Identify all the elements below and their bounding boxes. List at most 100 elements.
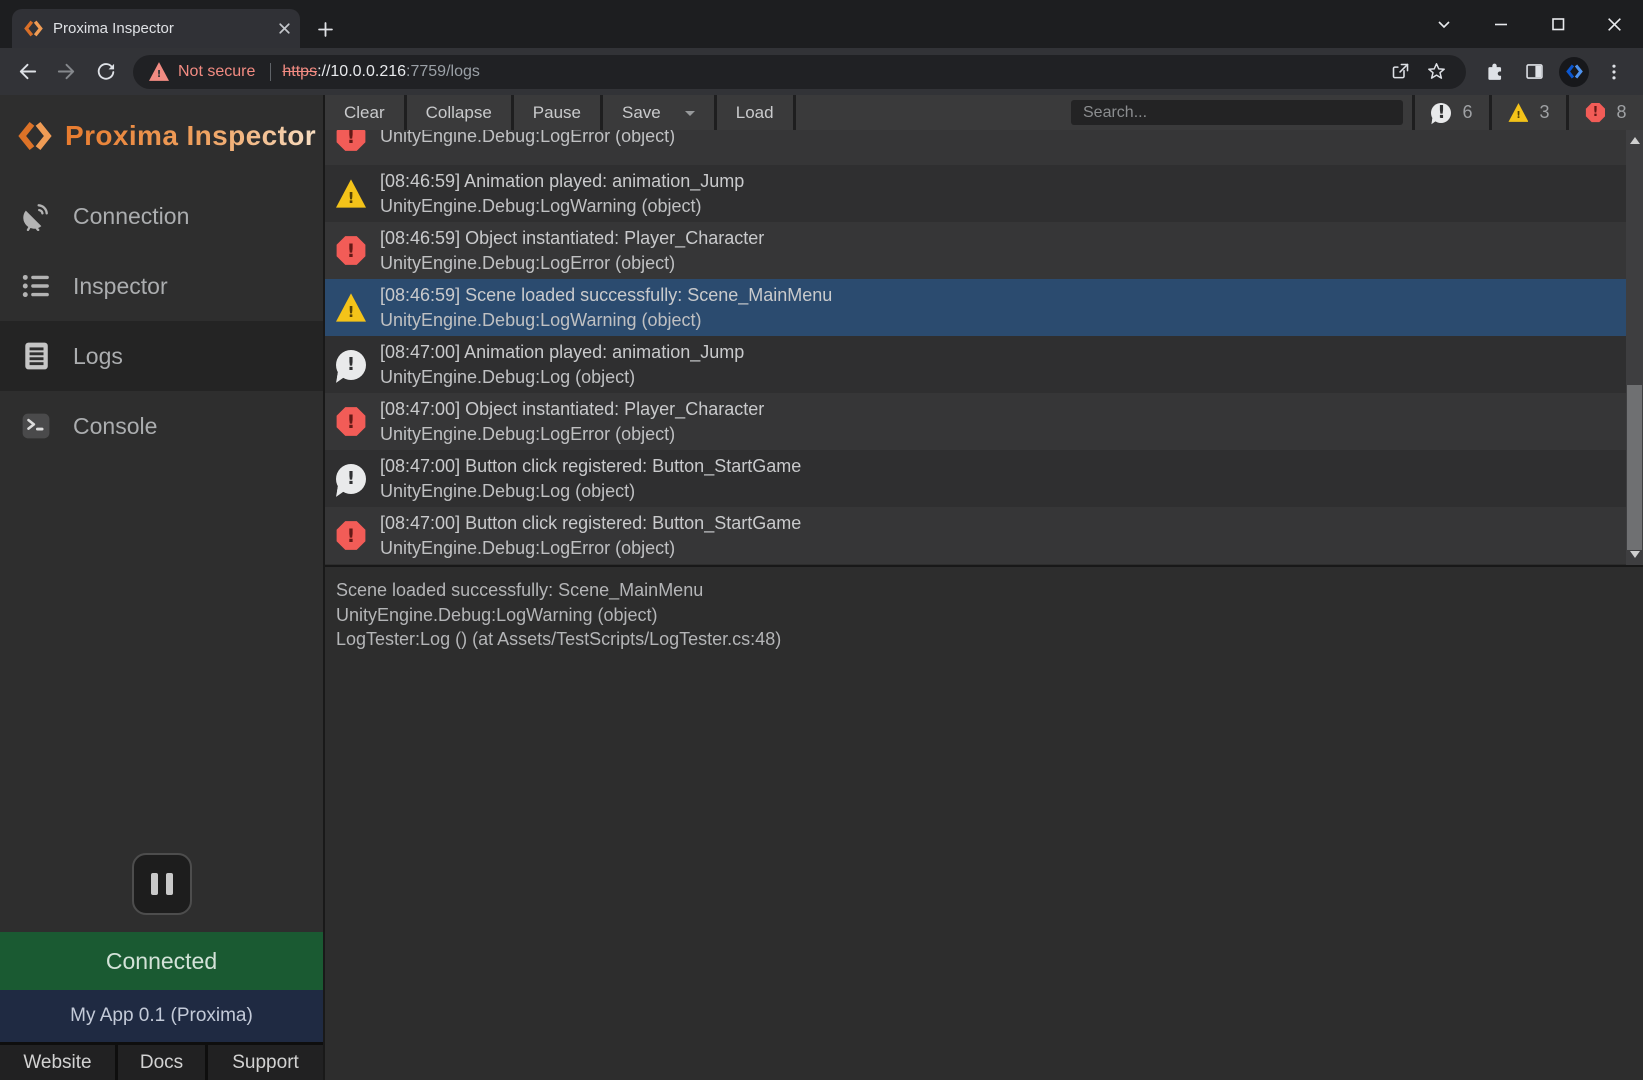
scroll-down-arrow-icon[interactable] bbox=[1626, 547, 1643, 563]
sidebar-item-label: Logs bbox=[73, 343, 123, 370]
log-row[interactable]: [08:46:59] Object instantiated: Player_C… bbox=[325, 222, 1626, 279]
profile-avatar[interactable] bbox=[1554, 53, 1594, 90]
app-info-bar: My App 0.1 (Proxima) bbox=[0, 990, 323, 1042]
list-icon bbox=[21, 271, 51, 301]
sidebar-item-label: Console bbox=[73, 413, 157, 440]
forward-button[interactable] bbox=[48, 53, 85, 90]
search-input[interactable] bbox=[1071, 100, 1403, 125]
scrollbar-thumb[interactable] bbox=[1627, 385, 1642, 550]
avatar bbox=[1559, 57, 1589, 87]
sidebar-item-label: Connection bbox=[73, 203, 189, 230]
detail-line: LogTester:Log () (at Assets/TestScripts/… bbox=[336, 627, 1631, 652]
warning-count: 3 bbox=[1539, 102, 1549, 123]
collapse-button[interactable]: Collapse bbox=[407, 95, 514, 130]
browser-toolbar: Not secure https://10.0.0.216:7759/logs bbox=[0, 48, 1643, 95]
url-path: :7759/logs bbox=[406, 63, 480, 80]
warning-filter-button[interactable]: 3 bbox=[1489, 95, 1566, 130]
info-count: 6 bbox=[1462, 102, 1472, 123]
log-row[interactable]: UnityEngine.Debug:LogError (object) bbox=[325, 130, 1626, 165]
pause-icon bbox=[166, 873, 173, 895]
bookmark-star-icon[interactable] bbox=[1418, 57, 1454, 87]
url-divider bbox=[270, 63, 271, 81]
url-host: ://10.0.0.216 bbox=[317, 63, 406, 80]
log-row[interactable]: [08:47:00] Button click registered: Butt… bbox=[325, 450, 1626, 507]
document-icon bbox=[21, 341, 51, 371]
sidebar-item-inspector[interactable]: Inspector bbox=[0, 251, 323, 321]
load-button[interactable]: Load bbox=[717, 95, 796, 130]
save-dropdown-caret-icon[interactable] bbox=[685, 111, 695, 121]
tab-title: Proxima Inspector bbox=[53, 20, 277, 37]
error-count: 8 bbox=[1616, 102, 1626, 123]
not-secure-warning-icon bbox=[149, 62, 169, 82]
pause-button-wrap bbox=[0, 853, 323, 915]
not-secure-label[interactable]: Not secure bbox=[178, 63, 255, 81]
tab-close-icon[interactable] bbox=[277, 21, 292, 36]
app-title: Proxima Inspector bbox=[65, 120, 316, 152]
browser-window: Proxima Inspector bbox=[0, 0, 1643, 1080]
extensions-puzzle-icon[interactable] bbox=[1474, 53, 1514, 90]
proxima-logo-icon bbox=[18, 119, 52, 153]
terminal-icon bbox=[21, 411, 51, 441]
info-icon bbox=[336, 350, 366, 380]
detail-line: UnityEngine.Debug:LogWarning (object) bbox=[336, 603, 1631, 628]
sidebar-item-console[interactable]: Console bbox=[0, 391, 323, 461]
error-icon bbox=[1585, 103, 1605, 123]
pause-stream-button[interactable] bbox=[132, 853, 192, 915]
logs-panel: Clear Collapse Pause Save Load 6 3 bbox=[325, 95, 1643, 1080]
save-button[interactable]: Save bbox=[603, 95, 717, 130]
sidebar: Proxima Inspector Connection bbox=[0, 95, 325, 1080]
footer-link-support[interactable]: Support bbox=[208, 1045, 323, 1080]
reload-button[interactable] bbox=[87, 53, 124, 90]
error-icon bbox=[336, 407, 366, 437]
sidebar-item-connection[interactable]: Connection bbox=[0, 181, 323, 251]
browser-menu-kebab-icon[interactable] bbox=[1594, 53, 1634, 90]
connection-status-badge: Connected bbox=[0, 932, 323, 990]
app-logo: Proxima Inspector bbox=[0, 95, 323, 153]
url-scheme: https bbox=[282, 63, 317, 80]
warning-icon bbox=[336, 179, 366, 209]
close-window-button[interactable] bbox=[1586, 0, 1643, 48]
share-icon[interactable] bbox=[1382, 57, 1418, 87]
error-filter-button[interactable]: 8 bbox=[1566, 95, 1643, 130]
clear-button[interactable]: Clear bbox=[325, 95, 407, 130]
maximize-button[interactable] bbox=[1529, 0, 1586, 48]
window-controls bbox=[1415, 0, 1643, 48]
footer-link-website[interactable]: Website bbox=[0, 1045, 115, 1080]
log-row[interactable]: [08:47:00] Animation played: animation_J… bbox=[325, 336, 1626, 393]
log-row-selected[interactable]: [08:46:59] Scene loaded successfully: Sc… bbox=[325, 279, 1626, 336]
sidebar-item-logs[interactable]: Logs bbox=[0, 321, 323, 391]
log-list: UnityEngine.Debug:LogError (object) [08:… bbox=[325, 130, 1626, 565]
info-filter-button[interactable]: 6 bbox=[1412, 95, 1489, 130]
pause-logs-button[interactable]: Pause bbox=[514, 95, 603, 130]
satellite-icon bbox=[21, 201, 51, 231]
side-panel-icon[interactable] bbox=[1514, 53, 1554, 90]
sidebar-item-label: Inspector bbox=[73, 273, 168, 300]
sidebar-footer: Website Docs Support bbox=[0, 1042, 323, 1080]
page-content: Proxima Inspector Connection bbox=[0, 95, 1643, 1080]
tab-search-chevron-icon[interactable] bbox=[1415, 0, 1472, 48]
new-tab-button[interactable] bbox=[310, 14, 340, 44]
error-icon bbox=[336, 130, 366, 152]
scroll-up-arrow-icon[interactable] bbox=[1626, 132, 1643, 148]
browser-tab[interactable]: Proxima Inspector bbox=[12, 9, 300, 48]
minimize-button[interactable] bbox=[1472, 0, 1529, 48]
toolbar-extensions-area bbox=[1474, 53, 1634, 90]
log-detail-pane: Scene loaded successfully: Scene_MainMen… bbox=[325, 565, 1643, 1080]
log-scrollbar[interactable] bbox=[1626, 130, 1643, 565]
url-text[interactable]: https://10.0.0.216:7759/logs bbox=[282, 63, 1382, 81]
address-bar[interactable]: Not secure https://10.0.0.216:7759/logs bbox=[133, 55, 1466, 89]
log-row[interactable]: [08:47:00] Object instantiated: Player_C… bbox=[325, 393, 1626, 450]
error-icon bbox=[336, 236, 366, 266]
log-row[interactable]: [08:46:59] Animation played: animation_J… bbox=[325, 165, 1626, 222]
tab-strip: Proxima Inspector bbox=[0, 0, 1643, 48]
back-button[interactable] bbox=[9, 53, 46, 90]
sidebar-nav: Connection Inspector bbox=[0, 181, 323, 461]
logs-toolbar: Clear Collapse Pause Save Load 6 3 bbox=[325, 95, 1643, 130]
warning-icon bbox=[1508, 103, 1528, 123]
proxima-favicon-icon bbox=[24, 19, 43, 38]
pause-icon bbox=[151, 873, 158, 895]
info-icon bbox=[1431, 103, 1451, 123]
log-row[interactable]: [08:47:00] Button click registered: Butt… bbox=[325, 507, 1626, 564]
footer-link-docs[interactable]: Docs bbox=[118, 1045, 205, 1080]
error-icon bbox=[336, 521, 366, 551]
